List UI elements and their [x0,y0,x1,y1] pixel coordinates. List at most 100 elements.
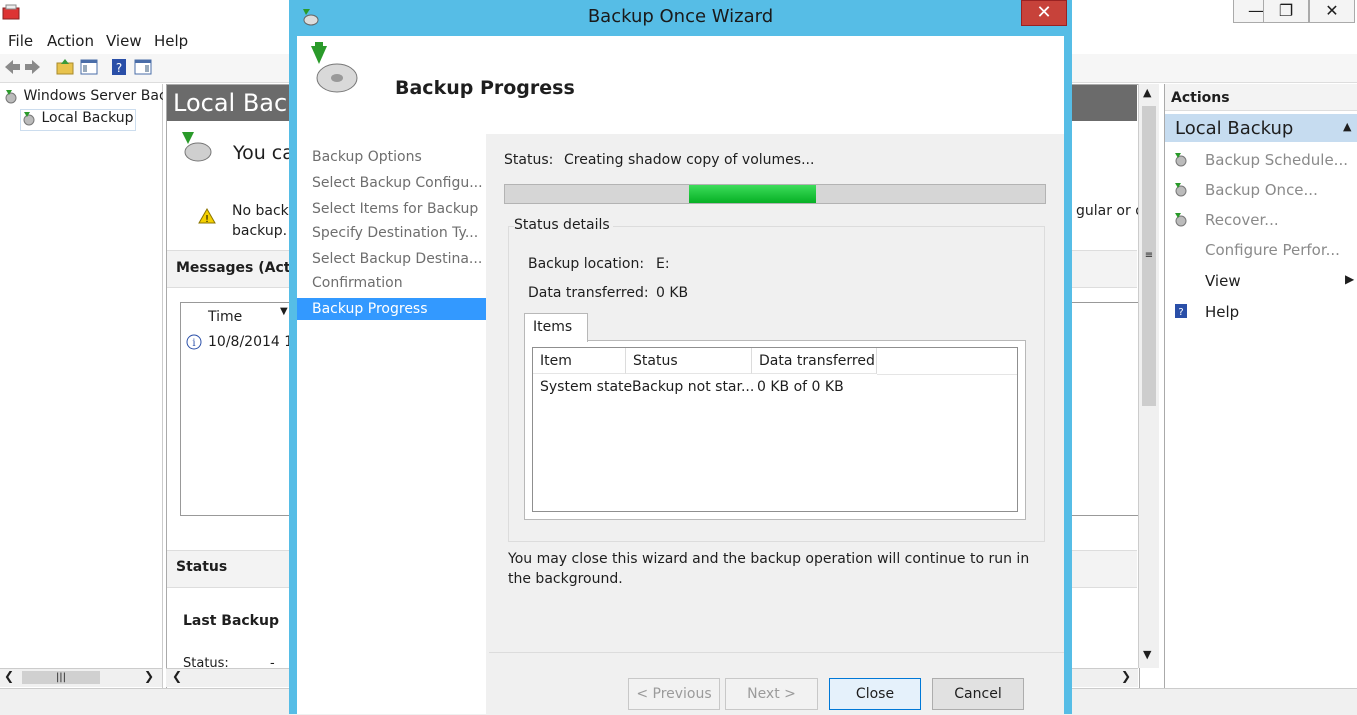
app-icon [2,3,20,21]
backup-once-icon [1173,181,1189,197]
action-configure-performance[interactable]: Configure Perfor... [1205,241,1340,259]
backup-location-value: E: [656,256,670,272]
previous-button[interactable]: < Previous [628,678,720,710]
recover-icon [1173,211,1189,227]
svg-text:?: ? [116,61,122,75]
tab-items[interactable]: Items [524,313,588,342]
wizard-close-button[interactable]: ✕ [1021,0,1067,26]
action-help[interactable]: Help [1205,303,1239,321]
messages-row-time[interactable]: 10/8/2014 1 [208,334,293,350]
action-view[interactable]: View [1205,272,1241,290]
scroll-right-icon[interactable]: ❯ [1121,669,1131,683]
cell-status: Backup not star... [632,379,755,395]
table-row[interactable]: System state Backup not star... 0 KB of … [533,376,1017,398]
wizard-body: Backup Progress Backup Options Select Ba… [297,36,1064,714]
up-folder-icon[interactable] [56,58,74,76]
actions-heading: Actions [1171,90,1230,106]
column-header-status[interactable]: Status [626,348,752,374]
menu-view[interactable]: View [106,32,142,50]
wizard-title: Backup Once Wizard [587,6,774,27]
next-button[interactable]: Next > [725,678,818,710]
tree-item-local-backup[interactable]: Local Backup [20,109,136,131]
scroll-right-icon[interactable]: ❯ [144,669,154,683]
cell-data-transferred: 0 KB of 0 KB [757,379,844,395]
step-select-backup-configuration[interactable]: Select Backup Configu... [297,172,486,194]
backup-once-wizard-dialog: Backup Once Wizard ✕ Backup Progress Bac… [289,0,1072,714]
action-backup-schedule[interactable]: Backup Schedule... [1205,151,1348,169]
progress-bar-marquee [689,185,816,203]
scroll-left-icon[interactable]: ❮ [172,669,182,683]
tree-root-item[interactable]: Windows Server Bac [3,88,163,108]
background-note: You may close this wizard and the backup… [508,551,1030,587]
sort-arrow-icon: ▼ [280,306,288,317]
step-backup-progress[interactable]: Backup Progress [297,298,486,320]
step-select-items-for-backup[interactable]: Select Items for Backup [297,198,486,220]
cell-item: System state [540,379,633,395]
footer-divider [489,652,1064,653]
scroll-left-icon[interactable]: ❮ [4,669,14,683]
scroll-thumb[interactable]: ||| [22,671,100,684]
menu-file[interactable]: File [8,32,33,50]
messages-column-time[interactable]: Time [208,309,242,325]
status-details-heading: Status details [514,217,613,233]
menu-help[interactable]: Help [154,32,188,50]
backup-disk-icon [305,42,361,98]
menu-action[interactable]: Action [47,32,94,50]
info-icon: i [186,334,202,350]
backup-icon [3,88,19,104]
maximize-button[interactable]: ❐ [1263,0,1309,23]
data-transferred-label: Data transferred: [528,285,649,301]
console-tree: Windows Server Bac Local Backup ❮ ||| ❯ [0,84,163,688]
column-header-item[interactable]: Item [533,348,626,374]
center-vertical-scrollbar[interactable]: ▲ ≡ ▼ [1138,84,1159,668]
step-backup-options[interactable]: Backup Options [297,146,486,168]
actions-heading-bar: Actions [1165,84,1357,111]
back-arrow-icon[interactable] [3,58,21,76]
status-value: Creating shadow copy of volumes... [564,152,815,168]
action-backup-once[interactable]: Backup Once... [1205,181,1318,199]
wizard-header: Backup Progress [297,36,1064,134]
help-icon[interactable]: ? [110,58,128,76]
svg-text:!: ! [205,214,209,224]
warning-text-line2: backup. [232,223,288,239]
items-table: Item Status Data transferred System stat… [532,347,1018,512]
show-hide-tree-icon[interactable] [80,58,98,76]
welcome-text: You ca [233,142,294,164]
page-title: Backup Progress [395,77,575,99]
backup-schedule-icon [1173,151,1189,167]
cancel-button[interactable]: Cancel [932,678,1024,710]
backup-location-label: Backup location: [528,256,645,272]
tree-horizontal-scrollbar[interactable]: ❮ ||| ❯ [0,668,162,687]
actions-section-local-backup[interactable]: Local Backup ▲ [1165,114,1357,142]
wizard-steps-nav: Backup Options Select Backup Configu... … [297,134,486,714]
show-action-pane-icon[interactable] [134,58,152,76]
messages-heading: Messages (Activ [176,260,305,276]
step-specify-destination-type[interactable]: Specify Destination Ty... [297,222,486,244]
column-header-filler [877,348,1017,375]
scroll-down-icon[interactable]: ▼ [1143,648,1151,661]
forward-arrow-icon[interactable] [24,58,42,76]
help-icon: ? [1173,303,1189,319]
data-transferred-value: 0 KB [656,285,689,301]
svg-text:?: ? [1178,307,1183,318]
last-backup-heading: Last Backup [183,613,279,629]
progress-bar [504,184,1046,204]
backup-icon [21,110,37,126]
collapse-icon[interactable]: ▲ [1343,120,1351,133]
warning-icon: ! [198,207,216,225]
scroll-up-icon[interactable]: ▲ [1143,86,1151,99]
step-select-backup-destination[interactable]: Select Backup Destina... [297,248,486,270]
status-label: Status: [504,152,554,168]
welcome-icon [178,128,214,164]
close-button[interactable]: Close [829,678,921,710]
warning-text-overflow: gular or o [1076,203,1144,219]
submenu-arrow-icon: ▶ [1345,272,1355,286]
step-confirmation[interactable]: Confirmation [297,272,486,294]
action-recover[interactable]: Recover... [1205,211,1279,229]
status-heading: Status [176,559,228,575]
column-header-data-transferred[interactable]: Data transferred [752,348,877,374]
window-close-button[interactable]: ✕ [1309,0,1355,23]
warning-text-line1: No back [232,203,289,219]
svg-text:i: i [192,338,195,349]
scroll-thumb[interactable]: ≡ [1142,106,1156,406]
